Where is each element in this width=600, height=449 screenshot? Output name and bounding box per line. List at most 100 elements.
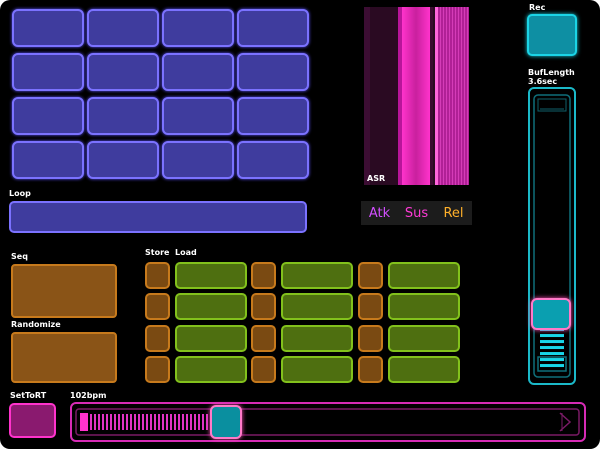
seq-label: Seq bbox=[11, 252, 28, 261]
buflength-thumb[interactable] bbox=[531, 298, 571, 331]
bpm-fill-line bbox=[90, 414, 92, 430]
bpm-fill-line bbox=[106, 414, 108, 430]
buflength-fill-line bbox=[540, 340, 564, 344]
store-slot-1-1[interactable] bbox=[145, 262, 170, 289]
store-label: Store bbox=[145, 248, 170, 257]
buflength-label: BufLength bbox=[528, 68, 575, 77]
load-slot-2-2[interactable] bbox=[281, 293, 353, 320]
buflength-value: 3.6sec bbox=[528, 77, 558, 86]
load-slot-2-1[interactable] bbox=[175, 293, 247, 320]
rec-label: Rec bbox=[529, 3, 546, 12]
load-slot-3-3[interactable] bbox=[388, 325, 460, 352]
bpm-fill-line bbox=[122, 414, 124, 430]
bpm-fill-line bbox=[130, 414, 132, 430]
store-slot-1-3[interactable] bbox=[358, 262, 383, 289]
settort-label: SetToRT bbox=[10, 391, 47, 400]
asr-display[interactable]: ASR bbox=[364, 7, 469, 185]
pad-1-2[interactable] bbox=[87, 9, 159, 47]
bpm-fill-line bbox=[190, 414, 192, 430]
pad-4-3[interactable] bbox=[162, 141, 234, 179]
seq-button[interactable] bbox=[11, 264, 117, 318]
rec-button[interactable] bbox=[527, 14, 577, 56]
settort-button[interactable] bbox=[9, 403, 56, 438]
pad-1-3[interactable] bbox=[162, 9, 234, 47]
tab-atk-label: Atk bbox=[368, 205, 391, 221]
tab-rel-label: Rel bbox=[443, 205, 464, 221]
store-slot-3-1[interactable] bbox=[145, 325, 170, 352]
bpm-fill-line bbox=[150, 414, 152, 430]
bpm-track bbox=[75, 408, 580, 436]
buflength-fill-line bbox=[540, 352, 564, 356]
buflength-fill-line bbox=[540, 346, 564, 350]
pad-2-3[interactable] bbox=[162, 53, 234, 91]
asr-tabs: Atk Sus Rel bbox=[361, 201, 472, 225]
bpm-fill-line bbox=[110, 414, 112, 430]
pad-2-2[interactable] bbox=[87, 53, 159, 91]
bpm-fill-line bbox=[170, 414, 172, 430]
bpm-thumb[interactable] bbox=[210, 405, 243, 439]
pad-3-1[interactable] bbox=[12, 97, 84, 135]
bpm-fill-line bbox=[126, 414, 128, 430]
pad-3-2[interactable] bbox=[87, 97, 159, 135]
store-slot-3-2[interactable] bbox=[251, 325, 276, 352]
pad-4-4[interactable] bbox=[237, 141, 309, 179]
bpm-fill-line bbox=[194, 414, 196, 430]
bpm-fill-line bbox=[178, 414, 180, 430]
bpm-label: 102bpm bbox=[70, 391, 107, 400]
load-slot-2-3[interactable] bbox=[388, 293, 460, 320]
load-slot-1-2[interactable] bbox=[281, 262, 353, 289]
pad-3-4[interactable] bbox=[237, 97, 309, 135]
bpm-fill-line bbox=[186, 414, 188, 430]
store-slot-4-1[interactable] bbox=[145, 356, 170, 383]
pad-4-1[interactable] bbox=[12, 141, 84, 179]
store-slot-3-3[interactable] bbox=[358, 325, 383, 352]
bpm-fill-line bbox=[146, 414, 148, 430]
bpm-fill-line bbox=[154, 414, 156, 430]
bpm-fill-line bbox=[182, 414, 184, 430]
load-slot-4-1[interactable] bbox=[175, 356, 247, 383]
bpm-fill-line bbox=[158, 414, 160, 430]
bpm-slider[interactable] bbox=[70, 402, 586, 442]
bpm-fill-line bbox=[198, 414, 200, 430]
bpm-fill-line bbox=[162, 414, 164, 430]
bpm-fill-line bbox=[142, 414, 144, 430]
load-slot-3-2[interactable] bbox=[281, 325, 353, 352]
pad-1-1[interactable] bbox=[12, 9, 84, 47]
loop-bar[interactable] bbox=[9, 201, 307, 233]
load-slot-1-3[interactable] bbox=[388, 262, 460, 289]
bpm-fill-line bbox=[202, 414, 204, 430]
bpm-fill-line bbox=[98, 414, 100, 430]
tab-atk[interactable]: Atk bbox=[361, 201, 398, 225]
store-slot-2-3[interactable] bbox=[358, 293, 383, 320]
load-label: Load bbox=[175, 248, 197, 257]
loop-label: Loop bbox=[9, 189, 31, 198]
buflength-track bbox=[533, 94, 571, 378]
pad-1-4[interactable] bbox=[237, 9, 309, 47]
bpm-fill-line bbox=[134, 414, 136, 430]
store-slot-2-2[interactable] bbox=[251, 293, 276, 320]
bpm-fill-line bbox=[138, 414, 140, 430]
tab-sus-label: Sus bbox=[404, 205, 429, 221]
asr-label: ASR bbox=[367, 174, 386, 183]
tab-rel[interactable]: Rel bbox=[435, 201, 472, 225]
pad-3-3[interactable] bbox=[162, 97, 234, 135]
bpm-fill-line bbox=[102, 414, 104, 430]
bpm-fill-line bbox=[166, 414, 168, 430]
pad-2-4[interactable] bbox=[237, 53, 309, 91]
pad-2-1[interactable] bbox=[12, 53, 84, 91]
load-slot-1-1[interactable] bbox=[175, 262, 247, 289]
load-slot-3-1[interactable] bbox=[175, 325, 247, 352]
store-slot-1-2[interactable] bbox=[251, 262, 276, 289]
pad-4-2[interactable] bbox=[87, 141, 159, 179]
load-slot-4-3[interactable] bbox=[388, 356, 460, 383]
tab-sus[interactable]: Sus bbox=[398, 201, 435, 225]
randomize-button[interactable] bbox=[11, 332, 117, 383]
buflength-slider[interactable] bbox=[528, 87, 576, 385]
store-slot-4-2[interactable] bbox=[251, 356, 276, 383]
bpm-fill-line bbox=[174, 414, 176, 430]
store-slot-2-1[interactable] bbox=[145, 293, 170, 320]
buflength-fill-line bbox=[540, 364, 564, 368]
load-slot-4-2[interactable] bbox=[281, 356, 353, 383]
store-slot-4-3[interactable] bbox=[358, 356, 383, 383]
app-window: { "labels": { "loop": "Loop", "asr": "AS… bbox=[0, 0, 600, 449]
